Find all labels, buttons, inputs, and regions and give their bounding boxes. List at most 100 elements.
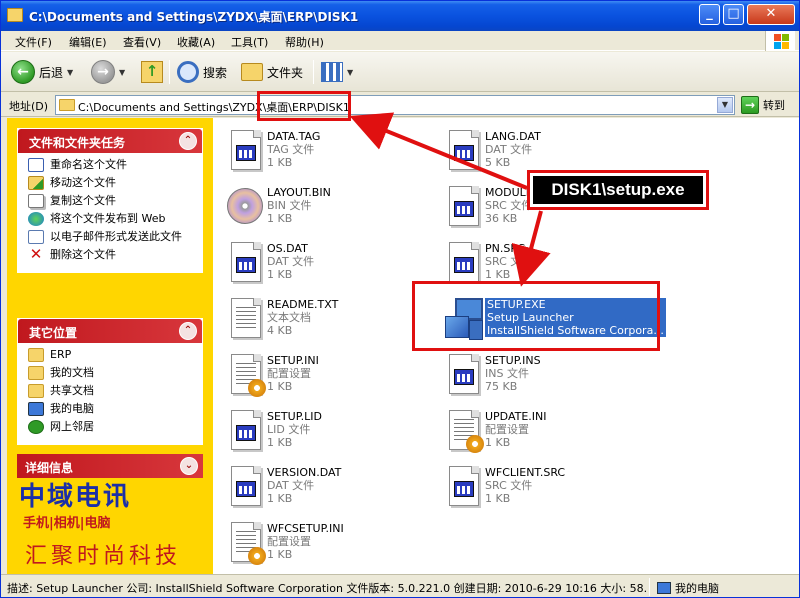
menu-favorites[interactable]: 收藏(A) (177, 34, 215, 50)
minimize-button[interactable]: _ (699, 4, 720, 25)
task-email[interactable]: 以电子邮件形式发送此文件 (28, 230, 194, 244)
place-erp[interactable]: ERP (28, 348, 194, 362)
task-copy[interactable]: 复制这个文件 (28, 194, 194, 208)
back-arrow-icon: ← (11, 60, 35, 84)
file-item[interactable]: README.TXT 文本文档 4 KB (217, 294, 427, 344)
file-type: DAT 文件 (267, 255, 315, 268)
views-icon (321, 62, 343, 82)
task-label: 删除这个文件 (50, 248, 116, 261)
panel-header[interactable]: 其它位置 ⌃ (18, 319, 202, 343)
email-icon (28, 230, 44, 244)
file-size: 1 KB (485, 436, 511, 449)
place-network[interactable]: 网上邻居 (28, 420, 194, 434)
file-size: 4 KB (267, 324, 293, 337)
file-name: DATA.TAG (267, 130, 321, 143)
close-button[interactable]: ✕ (747, 4, 795, 25)
chevron-down-icon: ▼ (347, 67, 354, 77)
file-item[interactable]: OS.DAT DAT 文件 1 KB (217, 238, 427, 288)
task-rename[interactable]: 重命名这个文件 (28, 158, 194, 172)
file-item[interactable]: SETUP.INI 配置设置 1 KB (217, 350, 427, 400)
annotation-callout: DISK1\setup.exe (527, 170, 709, 210)
file-item[interactable]: LANG.DAT DAT 文件 5 KB (435, 126, 645, 176)
folders-button[interactable]: 文件夹 (241, 58, 303, 86)
other-places-list: ERP 我的文档 共享文档 我的电脑 网上邻居 (18, 343, 202, 444)
callout-text: DISK1\setup.exe (533, 176, 703, 204)
place-label: ERP (50, 348, 72, 361)
place-my-documents[interactable]: 我的文档 (28, 366, 194, 380)
forward-button[interactable]: → ▼ (91, 58, 125, 86)
rename-icon (28, 158, 44, 172)
toolbar: ← 后退 ▼ → ▼ ↑ 搜索 文件夹 ▼ (1, 52, 799, 92)
file-name: README.TXT (267, 298, 339, 311)
up-folder-button[interactable]: ↑ (141, 58, 163, 86)
file-item[interactable]: WFCSETUP.INI 配置设置 1 KB (217, 518, 427, 568)
task-publish-web[interactable]: 将这个文件发布到 Web (28, 212, 194, 226)
menu-help[interactable]: 帮助(H) (285, 34, 324, 50)
place-shared-documents[interactable]: 共享文档 (28, 384, 194, 398)
file-size: 1 KB (267, 492, 293, 505)
folders-label: 文件夹 (267, 65, 304, 80)
file-name: PN.SRC (485, 242, 526, 255)
file-item[interactable]: SETUP.INS INS 文件 75 KB (435, 350, 645, 400)
file-item[interactable]: DATA.TAG TAG 文件 1 KB (217, 126, 427, 176)
brand-slogan: 汇聚时尚科技 (25, 544, 182, 569)
app-doc-icon (443, 240, 481, 286)
my-computer-icon (657, 582, 671, 594)
shared-documents-icon (28, 384, 44, 398)
file-type: BIN 文件 (267, 199, 312, 212)
menu-bar: 文件(F) 编辑(E) 查看(V) 收藏(A) 工具(T) 帮助(H) (1, 31, 799, 51)
place-label: 我的文档 (50, 366, 94, 379)
explorer-window: C:\Documents and Settings\ZYDX\桌面\ERP\DI… (0, 0, 800, 598)
collapse-icon[interactable]: ⌃ (179, 322, 197, 340)
file-size: 1 KB (267, 212, 293, 225)
menu-view[interactable]: 查看(V) (123, 34, 161, 50)
annotation-file-highlight (412, 281, 660, 351)
file-item[interactable]: WFCLIENT.SRC SRC 文件 1 KB (435, 462, 645, 512)
file-item[interactable]: LAYOUT.BIN BIN 文件 1 KB (217, 182, 427, 232)
file-tasks-panel: 文件和文件夹任务 ⌃ 重命名这个文件 移动这个文件 复制这个文件 将这个文件发布… (17, 128, 203, 273)
back-button[interactable]: ← 后退 ▼ (11, 58, 73, 86)
file-name: UPDATE.INI (485, 410, 547, 423)
file-type: SRC 文件 (485, 255, 533, 268)
title-bar[interactable]: C:\Documents and Settings\ZYDX\桌面\ERP\DI… (1, 1, 799, 31)
file-name: VERSION.DAT (267, 466, 342, 479)
collapse-icon[interactable]: ⌃ (179, 132, 197, 150)
menu-file[interactable]: 文件(F) (15, 34, 52, 50)
file-size: 1 KB (267, 548, 293, 561)
go-button[interactable]: → 转到 (741, 96, 785, 114)
task-label: 重命名这个文件 (50, 158, 127, 171)
file-type: 配置设置 (485, 423, 529, 436)
search-button[interactable]: 搜索 (177, 58, 227, 86)
task-label: 复制这个文件 (50, 194, 116, 207)
menu-edit[interactable]: 编辑(E) (69, 34, 107, 50)
menu-tools[interactable]: 工具(T) (231, 34, 268, 50)
file-item[interactable]: VERSION.DAT DAT 文件 1 KB (217, 462, 427, 512)
file-type: 文本文档 (267, 311, 311, 324)
file-name: LAYOUT.BIN (267, 186, 331, 199)
panel-header[interactable]: 文件和文件夹任务 ⌃ (18, 129, 202, 153)
address-input[interactable]: C:\Documents and Settings\ZYDX\桌面\ERP\DI… (55, 95, 735, 115)
details-title: 详细信息 (25, 461, 74, 475)
task-move[interactable]: 移动这个文件 (28, 176, 194, 190)
file-item[interactable]: UPDATE.INI 配置设置 1 KB (435, 406, 645, 456)
address-dropdown-button[interactable]: ▼ (717, 97, 733, 113)
folder-icon (7, 8, 23, 22)
views-button[interactable]: ▼ (321, 58, 353, 86)
place-my-computer[interactable]: 我的电脑 (28, 402, 194, 416)
status-separator (649, 578, 650, 596)
file-item[interactable]: SETUP.LID LID 文件 1 KB (217, 406, 427, 456)
expand-icon[interactable]: ⌄ (180, 457, 198, 475)
file-type: DAT 文件 (267, 479, 315, 492)
maximize-button[interactable]: □ (723, 4, 744, 25)
file-size: 36 KB (485, 212, 518, 225)
details-panel-header[interactable]: 详细信息 ⌄ (17, 454, 203, 478)
task-delete[interactable]: ✕ 删除这个文件 (28, 247, 194, 262)
address-label: 地址(D) (9, 100, 49, 113)
file-size: 1 KB (267, 436, 293, 449)
branding-area: 中域电讯 详细信息 ⌄ 手机|相机|电脑 汇聚时尚科技 (7, 448, 213, 574)
config-icon (225, 520, 266, 566)
chevron-down-icon: ▼ (119, 67, 126, 77)
file-name: SETUP.LID (267, 410, 322, 423)
file-tasks-list: 重命名这个文件 移动这个文件 复制这个文件 将这个文件发布到 Web 以电子邮件… (18, 153, 202, 272)
file-type: INS 文件 (485, 367, 529, 380)
